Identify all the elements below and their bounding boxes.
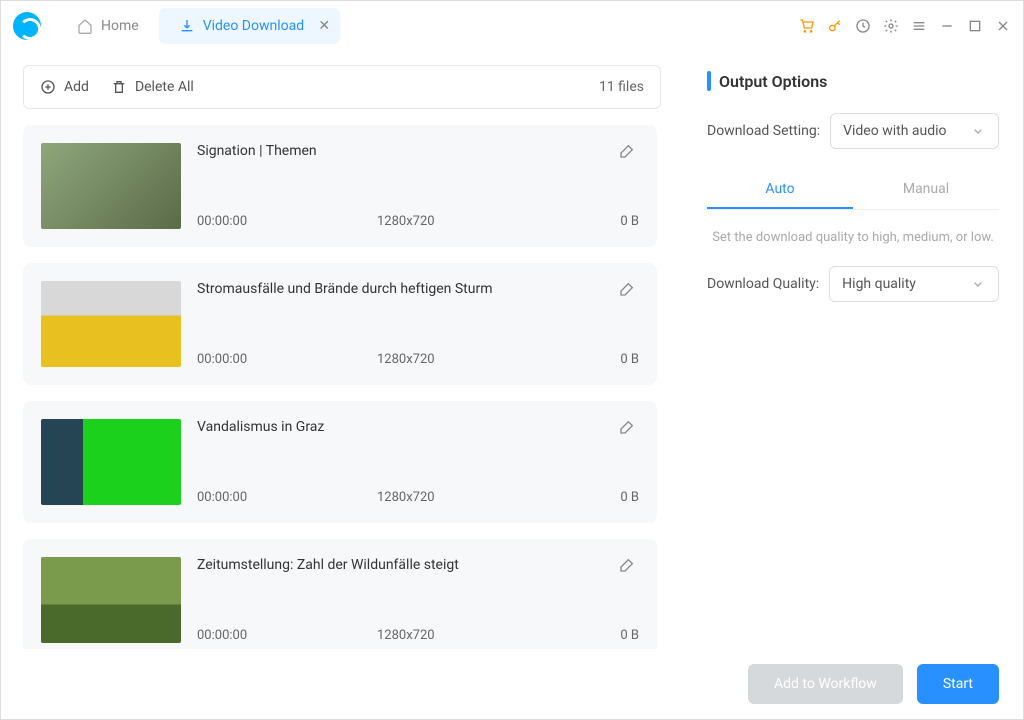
options-panel: Output Options Download Setting: Video w… — [683, 51, 1023, 649]
app-logo — [13, 12, 41, 40]
item-title: Stromausfälle und Brände durch heftigen … — [197, 281, 639, 297]
item-title: Zeitumstellung: Zahl der Wildunfälle ste… — [197, 557, 639, 573]
item-resolution: 1280x720 — [377, 490, 620, 505]
item-resolution: 1280x720 — [377, 214, 620, 229]
item-duration: 00:00:00 — [197, 490, 377, 505]
tab-manual[interactable]: Manual — [853, 171, 999, 209]
file-list: Signation | Themen 00:00:001280x7200 B S… — [23, 125, 661, 649]
menu-icon[interactable] — [911, 18, 927, 34]
cart-icon[interactable] — [799, 18, 815, 34]
list-item[interactable]: Signation | Themen 00:00:001280x7200 B — [23, 125, 657, 247]
gear-icon[interactable] — [883, 18, 899, 34]
edit-icon[interactable] — [619, 143, 635, 163]
item-title: Signation | Themen — [197, 143, 639, 159]
list-item[interactable]: Vandalismus in Graz 00:00:001280x7200 B — [23, 401, 657, 523]
tab-video-download[interactable]: Video Download ✕ — [159, 8, 340, 44]
quality-hint: Set the download quality to high, medium… — [707, 228, 999, 248]
add-label: Add — [64, 79, 89, 95]
item-size: 0 B — [620, 352, 639, 367]
item-resolution: 1280x720 — [377, 628, 620, 643]
window-controls — [799, 18, 1011, 34]
start-button[interactable]: Start — [917, 664, 999, 704]
file-count: 11 files — [599, 79, 644, 95]
list-item[interactable]: Stromausfälle und Brände durch heftigen … — [23, 263, 657, 385]
titlebar: Home Video Download ✕ — [1, 1, 1023, 51]
thumbnail — [41, 281, 181, 367]
close-window-icon[interactable] — [995, 18, 1011, 34]
home-icon — [77, 18, 93, 34]
delete-all-label: Delete All — [135, 79, 194, 95]
item-size: 0 B — [620, 490, 639, 505]
item-size: 0 B — [620, 214, 639, 229]
chevron-down-icon — [970, 123, 986, 139]
tab-home-label: Home — [101, 18, 139, 34]
chevron-down-icon — [970, 276, 986, 292]
item-duration: 00:00:00 — [197, 628, 377, 643]
setting-label: Download Setting: — [707, 123, 820, 139]
item-resolution: 1280x720 — [377, 352, 620, 367]
maximize-icon[interactable] — [967, 18, 983, 34]
edit-icon[interactable] — [619, 419, 635, 439]
thumbnail — [41, 557, 181, 643]
tab-auto[interactable]: Auto — [707, 171, 853, 209]
item-duration: 00:00:00 — [197, 352, 377, 367]
setting-value: Video with audio — [843, 123, 946, 139]
key-icon[interactable] — [827, 18, 843, 34]
download-setting-select[interactable]: Video with audio — [830, 113, 999, 149]
item-duration: 00:00:00 — [197, 214, 377, 229]
quality-label: Download Quality: — [707, 276, 819, 292]
item-size: 0 B — [620, 628, 639, 643]
download-icon — [179, 18, 195, 34]
trash-icon — [111, 79, 127, 95]
item-title: Vandalismus in Graz — [197, 419, 639, 435]
add-to-workflow-button[interactable]: Add to Workflow — [748, 664, 903, 704]
list-item[interactable]: Zeitumstellung: Zahl der Wildunfälle ste… — [23, 539, 657, 649]
thumbnail — [41, 143, 181, 229]
add-button[interactable]: Add — [40, 79, 89, 95]
options-header: Output Options — [707, 71, 999, 91]
footer: Add to Workflow Start — [1, 649, 1023, 719]
quality-value: High quality — [842, 276, 916, 292]
tab-home[interactable]: Home — [57, 8, 159, 44]
edit-icon[interactable] — [619, 557, 635, 577]
tab-active-label: Video Download — [203, 18, 304, 34]
close-icon[interactable]: ✕ — [318, 18, 330, 34]
delete-all-button[interactable]: Delete All — [111, 79, 194, 95]
download-quality-select[interactable]: High quality — [829, 266, 999, 302]
thumbnail — [41, 419, 181, 505]
history-icon[interactable] — [855, 18, 871, 34]
plus-icon — [40, 79, 56, 95]
edit-icon[interactable] — [619, 281, 635, 301]
list-toolbar: Add Delete All 11 files — [23, 65, 661, 109]
minimize-icon[interactable] — [939, 18, 955, 34]
